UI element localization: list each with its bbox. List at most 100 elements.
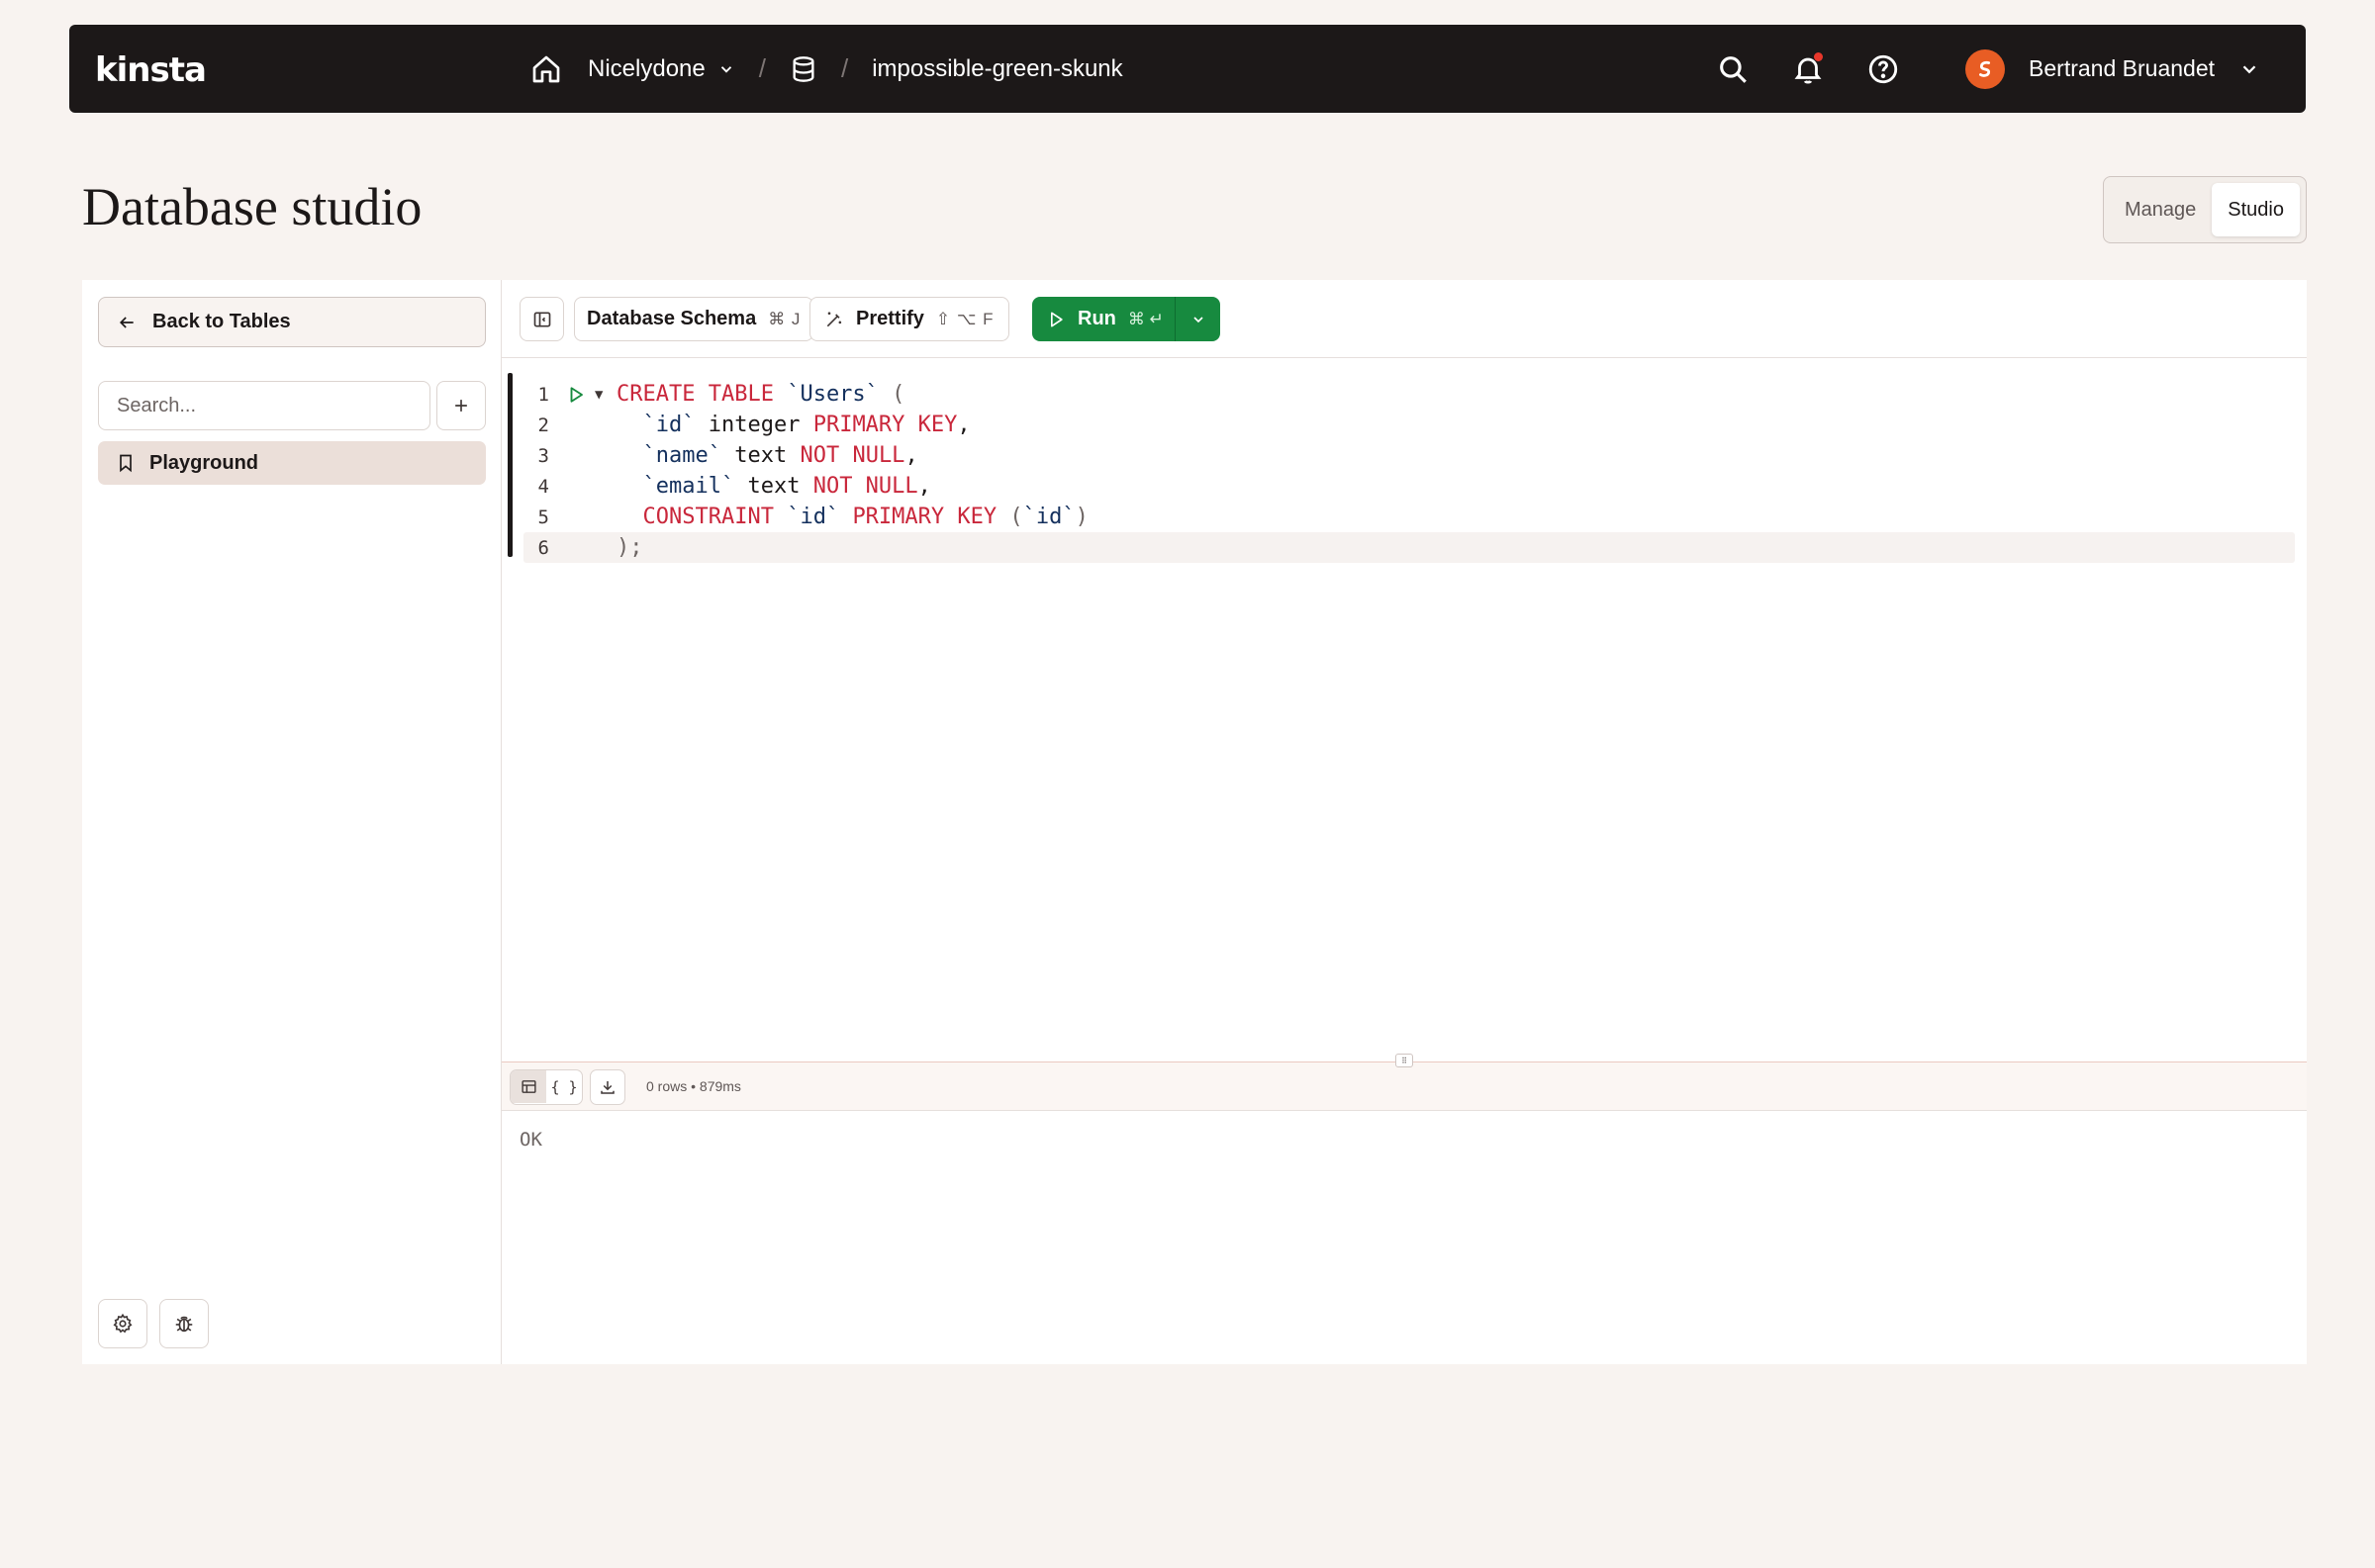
run-options-button[interactable] bbox=[1176, 297, 1220, 341]
search-icon bbox=[1720, 55, 1747, 83]
punctuation: ( bbox=[892, 382, 905, 407]
json-view-button[interactable]: { } bbox=[546, 1070, 582, 1103]
code-text: CONSTRAINT `id` PRIMARY KEY (`id`) bbox=[617, 505, 1089, 529]
code-line-active[interactable]: 6 ); bbox=[502, 532, 2307, 563]
active-line-highlight bbox=[523, 532, 2295, 563]
table-view-button[interactable] bbox=[511, 1070, 546, 1103]
bookmark-icon bbox=[120, 454, 132, 473]
identifier: `email` bbox=[642, 474, 735, 499]
home-icon[interactable] bbox=[530, 53, 562, 85]
identifier: `Users` bbox=[787, 382, 879, 407]
keyword: NOT NULL bbox=[800, 443, 905, 468]
schema-shortcut: ⌘ J bbox=[768, 309, 802, 328]
back-to-tables-button[interactable]: Back to Tables bbox=[98, 297, 486, 347]
sidebar-item-playground[interactable]: Playground bbox=[98, 441, 486, 485]
sidebar-toggle-icon bbox=[533, 312, 550, 326]
plus-icon bbox=[455, 400, 467, 412]
search-input[interactable] bbox=[117, 394, 414, 417]
run-shortcut: ⌘ ↵ bbox=[1127, 309, 1164, 328]
identifier: `id` bbox=[787, 505, 840, 529]
result-stats: 0 rows • 879ms bbox=[646, 1078, 741, 1094]
settings-button[interactable] bbox=[98, 1299, 147, 1348]
run-button[interactable]: Run ⌘ ↵ bbox=[1032, 297, 1176, 341]
editor-toolbar: Database Schema ⌘ J Prettify ⇧ ⌥ F Run ⌘… bbox=[502, 280, 2307, 358]
search-field[interactable] bbox=[98, 381, 430, 430]
line-number: 6 bbox=[537, 536, 549, 559]
user-name[interactable]: Bertrand Bruandet bbox=[2029, 55, 2215, 82]
notification-dot bbox=[1814, 51, 1824, 61]
database-schema-button[interactable]: Database Schema ⌘ J bbox=[574, 297, 814, 341]
run-button-group: Run ⌘ ↵ bbox=[1032, 297, 1220, 341]
code-text: ); bbox=[617, 535, 643, 560]
tab-manage[interactable]: Manage bbox=[2109, 183, 2212, 236]
play-icon bbox=[1051, 312, 1063, 326]
code-text: CREATE TABLE `Users` ( bbox=[617, 382, 904, 407]
top-navbar: kinsta Nicelydone / / impossible-green-s… bbox=[69, 25, 2306, 113]
punctuation: ( bbox=[1009, 505, 1023, 529]
arrow-left-icon bbox=[119, 316, 134, 328]
download-icon bbox=[601, 1081, 615, 1094]
kinsta-s-icon bbox=[1979, 60, 1991, 77]
database-icon[interactable] bbox=[790, 54, 817, 84]
keyword: CREATE TABLE bbox=[617, 382, 774, 407]
keyword: CONSTRAINT bbox=[642, 505, 774, 529]
sidebar-item-label: Playground bbox=[149, 451, 259, 474]
prettify-button[interactable]: Prettify ⇧ ⌥ F bbox=[809, 297, 1009, 341]
code-line[interactable]: 1 ▼ CREATE TABLE `Users` ( bbox=[502, 379, 2307, 410]
help-icon bbox=[1868, 54, 1898, 83]
fold-arrow-icon[interactable]: ▼ bbox=[595, 387, 603, 403]
breadcrumb-database[interactable]: impossible-green-skunk bbox=[872, 55, 1122, 83]
line-number: 1 bbox=[537, 383, 549, 406]
breadcrumb-separator: / bbox=[840, 53, 849, 83]
table-icon bbox=[521, 1080, 536, 1093]
help-button[interactable] bbox=[1866, 52, 1900, 86]
resize-handle-icon[interactable]: ⠿ bbox=[1395, 1054, 1413, 1067]
mode-switch: Manage Studio bbox=[2103, 176, 2307, 243]
identifier: `id` bbox=[1022, 505, 1076, 529]
back-button-label: Back to Tables bbox=[152, 311, 291, 332]
code-line[interactable]: 4 `email` text NOT NULL, bbox=[502, 471, 2307, 502]
code-line[interactable]: 3 `name` text NOT NULL, bbox=[502, 440, 2307, 471]
result-output: OK bbox=[520, 1129, 542, 1151]
download-results-button[interactable] bbox=[590, 1069, 625, 1105]
bug-icon bbox=[175, 1316, 193, 1333]
line-number: 3 bbox=[537, 444, 549, 467]
avatar[interactable] bbox=[1965, 48, 2006, 89]
debug-button[interactable] bbox=[159, 1299, 209, 1348]
notifications-button[interactable] bbox=[1791, 51, 1825, 86]
magic-wand-icon bbox=[826, 312, 842, 326]
line-number: 2 bbox=[537, 414, 549, 436]
keyword: PRIMARY KEY bbox=[812, 413, 958, 437]
code-line[interactable]: 5 CONSTRAINT `id` PRIMARY KEY (`id`) bbox=[502, 502, 2307, 532]
breadcrumb-company[interactable]: Nicelydone bbox=[588, 55, 706, 83]
prettify-label: Prettify bbox=[856, 308, 924, 329]
keyword: NOT NULL bbox=[812, 474, 918, 499]
chevron-down-icon bbox=[1192, 316, 1203, 323]
prettify-shortcut: ⇧ ⌥ F bbox=[935, 309, 995, 328]
query-editor-area: Database Schema ⌘ J Prettify ⇧ ⌥ F Run ⌘… bbox=[502, 280, 2307, 1364]
code-text: `email` text NOT NULL, bbox=[642, 474, 931, 499]
gear-icon bbox=[113, 1313, 133, 1334]
code-editor[interactable]: 1 ▼ CREATE TABLE `Users` ( 2 `id` intege… bbox=[502, 373, 2307, 848]
add-query-button[interactable] bbox=[436, 381, 486, 430]
punctuation: ); bbox=[617, 535, 643, 560]
identifier: `id` bbox=[642, 413, 696, 437]
identifier: `name` bbox=[642, 443, 721, 468]
tab-studio[interactable]: Studio bbox=[2212, 183, 2300, 236]
sidebar-footer bbox=[98, 1299, 209, 1348]
studio-panel: Back to Tables Playground Dat bbox=[82, 280, 2307, 1364]
schema-label: Database Schema bbox=[587, 308, 757, 329]
code-text: `name` text NOT NULL, bbox=[642, 443, 918, 468]
run-label: Run bbox=[1078, 308, 1116, 329]
chevron-down-icon[interactable] bbox=[717, 60, 735, 78]
run-statement-icon[interactable] bbox=[567, 386, 585, 404]
search-button[interactable] bbox=[1716, 52, 1750, 86]
results-toolbar: ⠿ { } 0 rows • 879ms bbox=[502, 1054, 2307, 1111]
code-text: `id` integer PRIMARY KEY, bbox=[642, 413, 971, 437]
kinsta-logo[interactable]: kinsta bbox=[95, 50, 207, 90]
keyword: PRIMARY KEY bbox=[852, 505, 998, 529]
chevron-down-icon[interactable] bbox=[2238, 58, 2260, 80]
code-line[interactable]: 2 `id` integer PRIMARY KEY, bbox=[502, 410, 2307, 440]
breadcrumb-separator: / bbox=[758, 53, 766, 83]
toggle-sidebar-button[interactable] bbox=[520, 297, 564, 341]
